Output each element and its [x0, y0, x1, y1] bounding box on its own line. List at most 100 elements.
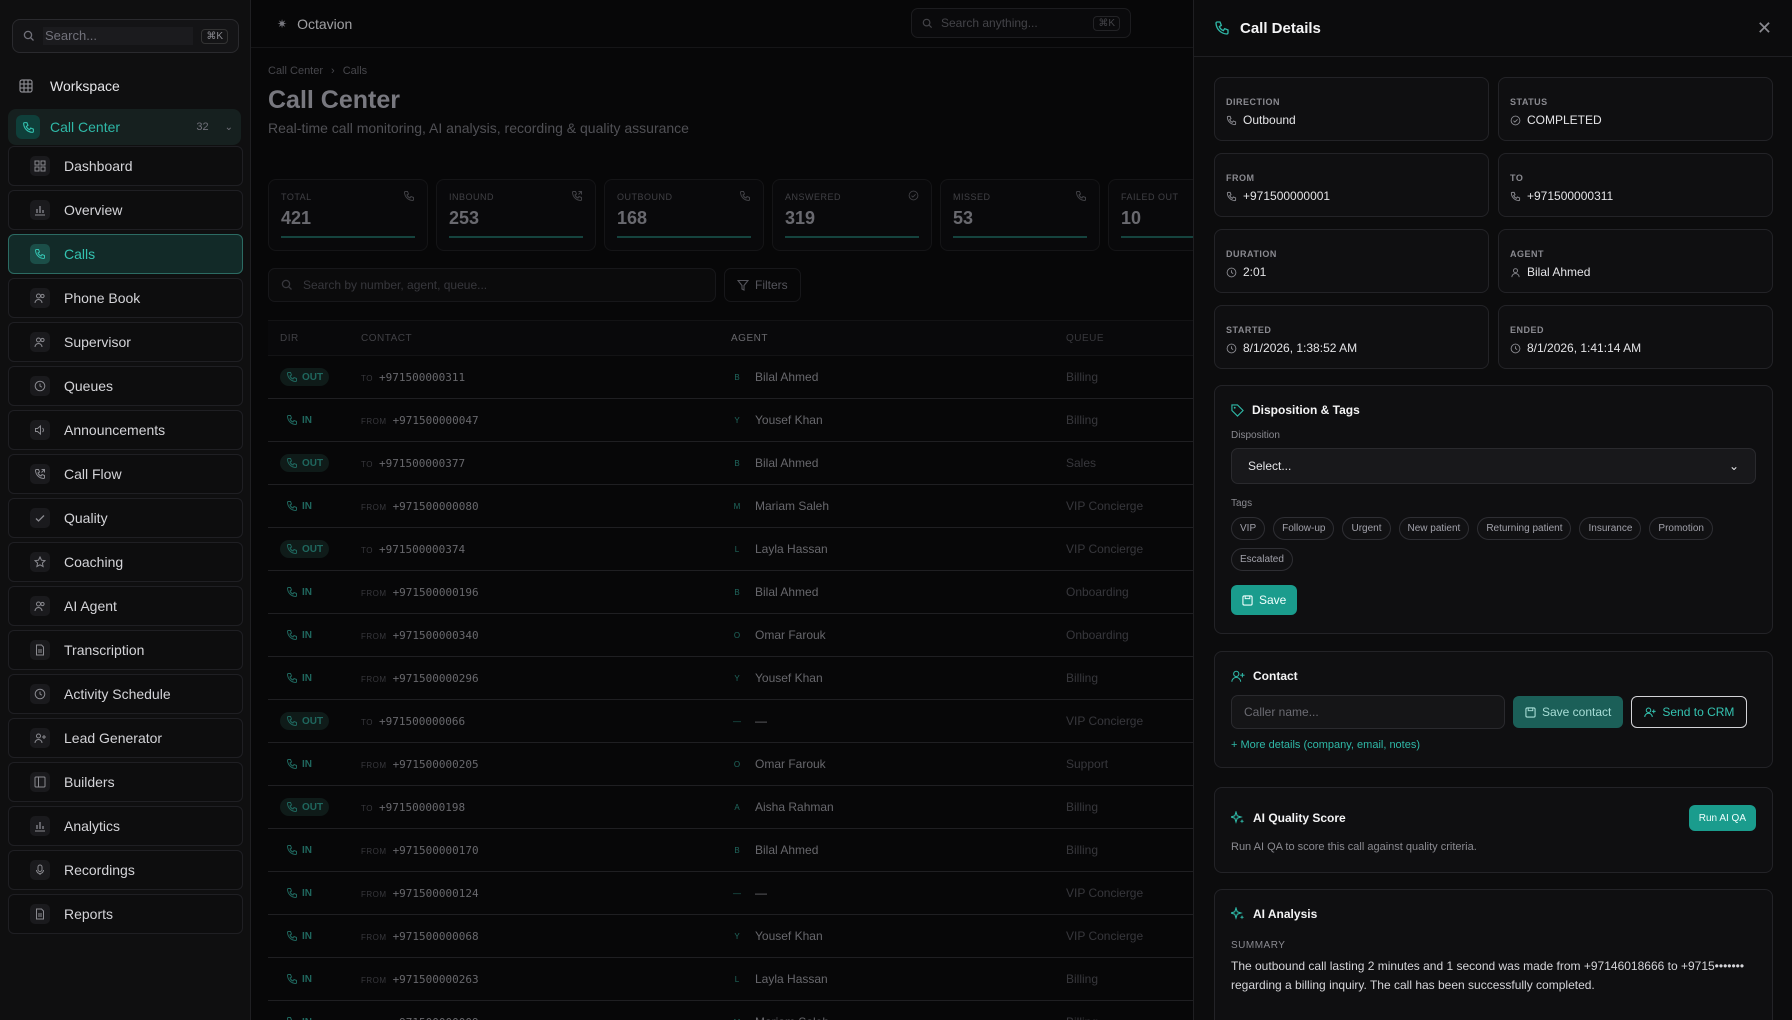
- sidebar-item-overview[interactable]: Overview: [8, 190, 243, 230]
- sidebar-item-recordings[interactable]: Recordings: [8, 850, 243, 890]
- phone-icon: [286, 672, 298, 684]
- sidebar-item-quality[interactable]: Quality: [8, 498, 243, 538]
- sidebar-item-builders[interactable]: Builders: [8, 762, 243, 802]
- contact-prefix: FROM: [361, 417, 387, 426]
- cell-contact: FROM +971500000340: [361, 628, 731, 642]
- tag-chip[interactable]: Urgent: [1342, 517, 1391, 540]
- table-row[interactable]: OUT TO +971500000374 L Layla Hassan VIP Conci…: [268, 528, 1193, 571]
- clock-icon: [30, 684, 50, 704]
- sidebar-item-label: Queues: [64, 378, 114, 394]
- check-circle-icon: [1510, 115, 1521, 126]
- workspace-link[interactable]: Workspace: [16, 76, 120, 96]
- direction-badge: OUT: [280, 798, 330, 816]
- header-agent[interactable]: AGENT: [731, 333, 1066, 344]
- sidebar-item-activity-schedule[interactable]: Activity Schedule: [8, 674, 243, 714]
- direction-badge: IN: [280, 411, 318, 429]
- chevron-down-icon[interactable]: ⌄: [225, 122, 233, 133]
- close-icon[interactable]: ✕: [1757, 18, 1772, 39]
- phone-icon: [1226, 115, 1237, 126]
- table-row[interactable]: IN FROM +971500000080 M Mariam Saleh VIP Conc…: [268, 485, 1193, 528]
- tags-label: Tags: [1231, 498, 1253, 509]
- sidebar-item-calls[interactable]: Calls: [8, 234, 243, 274]
- stat-card-total[interactable]: TOTAL 421: [268, 179, 428, 251]
- stat-card-failed-out[interactable]: FAILED OUT 10: [1108, 179, 1193, 251]
- tag-chip[interactable]: Returning patient: [1477, 517, 1572, 540]
- sidebar-item-call-flow[interactable]: Call Flow: [8, 454, 243, 494]
- sidebar-item-lead-generator[interactable]: Lead Generator: [8, 718, 243, 758]
- table-row[interactable]: IN FROM+971500000009MMariam SalehBilling: [268, 1001, 1193, 1020]
- header-dir[interactable]: DIR: [268, 333, 361, 344]
- contact-number: +971500000124: [392, 887, 479, 900]
- table-search[interactable]: Search by number, agent, queue...: [268, 268, 716, 302]
- sidebar-item-transcription[interactable]: Transcription: [8, 630, 243, 670]
- agent-name: —: [755, 886, 767, 900]
- stat-card-missed[interactable]: MISSED 53: [940, 179, 1100, 251]
- run-ai-qa-button[interactable]: Run AI QA: [1688, 805, 1756, 831]
- sidebar-item-ai-agent[interactable]: AI Agent: [8, 586, 243, 626]
- tag-chip[interactable]: Promotion: [1649, 517, 1713, 540]
- breadcrumb-item[interactable]: Call Center: [268, 65, 323, 77]
- table-row[interactable]: OUT TO +971500000311 B Bilal Ahmed Billing: [268, 356, 1193, 399]
- document-icon: [30, 640, 50, 660]
- table-search-input[interactable]: Search by number, agent, queue...: [303, 278, 487, 292]
- table-row[interactable]: IN FROM +971500000068 Y Yousef Khan VIP Conci…: [268, 915, 1193, 958]
- tag-chip[interactable]: Escalated: [1231, 548, 1293, 571]
- table-row[interactable]: IN FROM +971500000124— — VIP Concierge: [268, 872, 1193, 915]
- table-row[interactable]: OUT TO +971500000066— — VIP Concierge: [268, 700, 1193, 743]
- table-row[interactable]: IN FROM +971500000296 Y Yousef Khan Billing: [268, 657, 1193, 700]
- filters-button[interactable]: Filters: [724, 268, 801, 302]
- sidebar-item-label: Reports: [64, 906, 114, 922]
- stat-bar: [449, 236, 583, 238]
- disposition-select[interactable]: Select... ⌄: [1231, 448, 1756, 484]
- save-disposition-button[interactable]: Save: [1231, 585, 1298, 615]
- table-row[interactable]: IN FROM +971500000340 O Omar Farouk Onboardin…: [268, 614, 1193, 657]
- sidebar-item-supervisor[interactable]: Supervisor: [8, 322, 243, 362]
- stat-card-inbound[interactable]: INBOUND 253: [436, 179, 596, 251]
- agent-name: Bilal Ahmed: [755, 456, 819, 470]
- table-row[interactable]: OUT TO +971500000377 B Bilal Ahmed Sales: [268, 442, 1193, 485]
- send-to-crm-button[interactable]: Send to CRM: [1631, 696, 1748, 728]
- field-duration: DURATION 2:01: [1214, 229, 1489, 293]
- avatar: —: [733, 716, 741, 726]
- speaker-icon: [30, 420, 50, 440]
- more-details-link[interactable]: + More details (company, email, notes): [1231, 739, 1756, 751]
- sidebar-item-coaching[interactable]: Coaching: [8, 542, 243, 582]
- cell-agent: — —: [731, 714, 1066, 728]
- disposition-card: Disposition & Tags Disposition Select...…: [1214, 385, 1773, 634]
- call-center-group[interactable]: Call Center 32 ⌄: [8, 109, 241, 145]
- table-row[interactable]: IN FROM +971500000196 B Bilal Ahmed Onboardin…: [268, 571, 1193, 614]
- sidebar-item-queues[interactable]: Queues: [8, 366, 243, 406]
- table-row[interactable]: OUT TO +971500000198 A Aisha Rahman Billing: [268, 786, 1193, 829]
- sidebar-search[interactable]: Search... ⌘K: [12, 19, 239, 53]
- sidebar-item-reports[interactable]: Reports: [8, 894, 243, 934]
- save-contact-button[interactable]: Save contact: [1513, 696, 1624, 728]
- breadcrumb-item[interactable]: Calls: [343, 65, 367, 77]
- sidebar-item-label: Analytics: [64, 818, 121, 834]
- table-row[interactable]: IN FROM +971500000047 Y Yousef Khan Billing: [268, 399, 1193, 442]
- global-search-input[interactable]: Search anything...: [941, 16, 1038, 30]
- tag-chip[interactable]: VIP: [1231, 517, 1266, 540]
- direction-label: OUT: [302, 371, 324, 383]
- sidebar-search-input[interactable]: Search...: [43, 27, 194, 45]
- sidebar-item-dashboard[interactable]: Dashboard: [8, 146, 243, 186]
- contact-title-text: Contact: [1253, 669, 1298, 683]
- contact-number: +971500000311: [378, 371, 466, 384]
- table-row[interactable]: IN FROM +971500000263 L Layla Hassan Billing: [268, 958, 1193, 1001]
- header-contact[interactable]: CONTACT: [361, 333, 731, 344]
- sidebar-item-analytics[interactable]: Analytics: [8, 806, 243, 846]
- header-queue[interactable]: QUEUE: [1066, 333, 1193, 344]
- tag-chip[interactable]: Insurance: [1579, 517, 1642, 540]
- sidebar-item-phone-book[interactable]: Phone Book: [8, 278, 243, 318]
- stat-card-outbound[interactable]: OUTBOUND 168: [604, 179, 764, 251]
- stat-card-answered[interactable]: ANSWERED 319: [772, 179, 932, 251]
- table-row[interactable]: IN FROM +971500000170 B Bilal Ahmed Billing: [268, 829, 1193, 872]
- global-search[interactable]: Search anything... ⌘K: [911, 8, 1131, 38]
- stat-label: INBOUND: [449, 192, 495, 202]
- tag-chip[interactable]: New patient: [1398, 517, 1470, 540]
- tag-chip[interactable]: Follow-up: [1273, 517, 1335, 540]
- cell-queue: Support: [1066, 757, 1109, 771]
- sidebar-item-announcements[interactable]: Announcements: [8, 410, 243, 450]
- caller-name-input[interactable]: Caller name...: [1231, 695, 1505, 729]
- table-row[interactable]: IN FROM +971500000205 O Omar Farouk Support: [268, 743, 1193, 786]
- cell-queue: Billing: [1066, 843, 1099, 857]
